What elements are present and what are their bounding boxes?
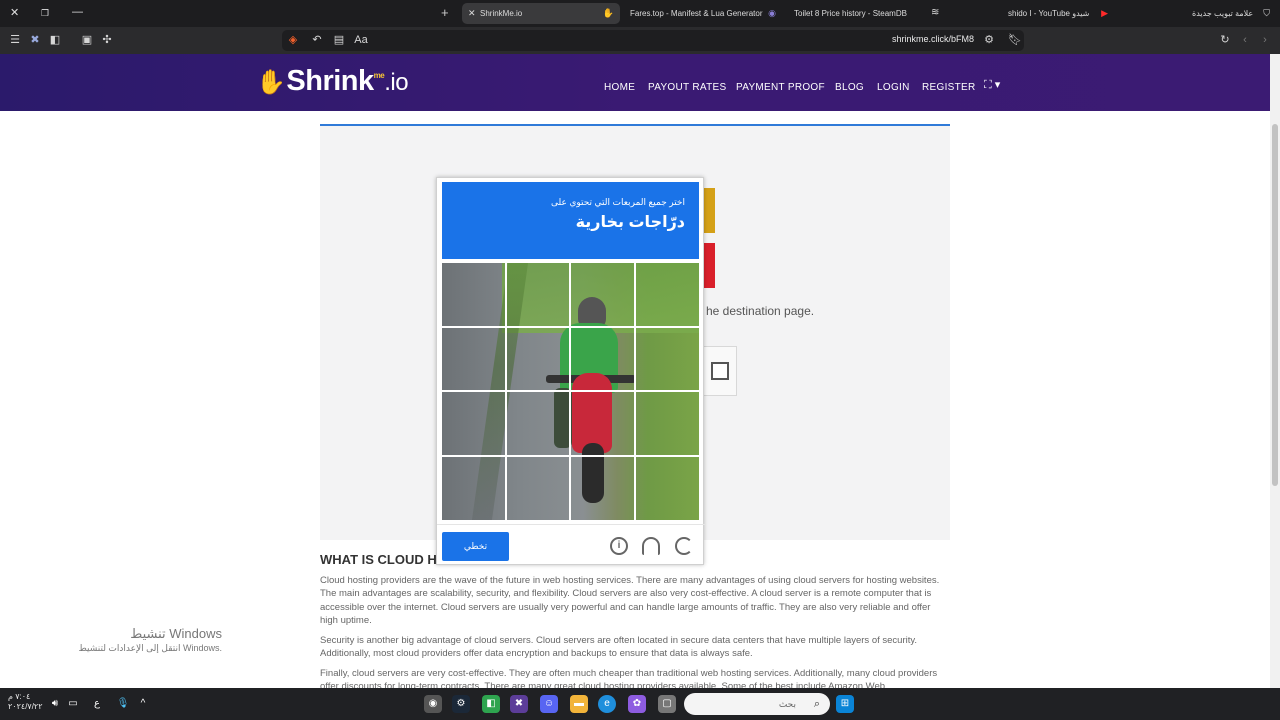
browser-tab-strip: ✕ ❐ — + ✕ ShrinkMe.io ✋ Fares.top - Mani… bbox=[0, 0, 1280, 27]
tab-title: Fares.top - Manifest & Lua Generator bbox=[630, 9, 763, 18]
scrollbar-thumb[interactable] bbox=[1272, 124, 1278, 486]
captcha-image-grid[interactable] bbox=[442, 263, 699, 520]
recaptcha-widget[interactable] bbox=[702, 346, 737, 396]
tab-close-icon[interactable]: ✕ bbox=[468, 3, 476, 24]
clock-date: ٢٠٢٤/٧/٢٢ bbox=[8, 702, 43, 711]
language-indicator[interactable]: ع bbox=[88, 695, 106, 713]
captcha-footer: تخطي i bbox=[437, 524, 705, 566]
tab-youtube[interactable]: shido I - YouTube شيدو ▶ bbox=[990, 3, 1110, 24]
tray-chevron-icon[interactable]: ^ bbox=[134, 695, 152, 713]
tab-shrinkme[interactable]: ✕ ShrinkMe.io ✋ bbox=[462, 3, 620, 24]
logo-me: me bbox=[373, 71, 385, 80]
search-icon: ⌕ bbox=[813, 698, 820, 710]
edge-icon[interactable]: e bbox=[598, 695, 616, 713]
paragraph-3: Finally, cloud servers are very cost-eff… bbox=[320, 668, 938, 688]
tab-fares[interactable]: Fares.top - Manifest & Lua Generator ◉ bbox=[612, 3, 782, 24]
paragraph-2: Security is another big advantage of clo… bbox=[320, 635, 918, 660]
brave-shield-icon[interactable]: ◈ bbox=[286, 33, 300, 47]
tab-steamdb[interactable]: Toilet 8 Price history - SteamDB bbox=[776, 3, 926, 24]
windows-taskbar: ٧:٠٤ م ٢٠٢٤/٧/٢٢ 🔊︎ ▭ ع 🎙︎ ^ ◉ ⚙ ◧ ✖ ☺ ▬… bbox=[0, 688, 1280, 720]
nav-home[interactable]: HOME bbox=[604, 82, 635, 93]
reload-icon[interactable]: ↻ bbox=[1218, 33, 1232, 47]
back-icon[interactable]: ‹ bbox=[1238, 33, 1252, 47]
info-icon[interactable]: i bbox=[610, 537, 628, 555]
file-explorer-icon[interactable]: ▬ bbox=[570, 695, 588, 713]
section-title: WHAT IS CLOUD H bbox=[320, 552, 437, 567]
site-settings-icon[interactable]: ⚙ bbox=[982, 33, 996, 47]
taskbar-clock[interactable]: ٧:٠٤ م ٢٠٢٤/٧/٢٢ bbox=[8, 692, 43, 712]
steam-icon[interactable]: ⚙ bbox=[452, 695, 470, 713]
copilot-icon[interactable]: ✿ bbox=[628, 695, 646, 713]
bookmark-icon[interactable]: 🔖︎ bbox=[1008, 33, 1022, 47]
audio-challenge-icon[interactable] bbox=[642, 537, 660, 555]
grid-line bbox=[442, 326, 699, 328]
nav-payout-rates[interactable]: PAYOUT RATES bbox=[648, 82, 726, 93]
windows-activate-title: تنشيط Windows bbox=[130, 626, 222, 641]
site-logo[interactable]: ✋Shrinkme.io bbox=[256, 65, 409, 99]
logo-text: Shrink bbox=[286, 65, 374, 97]
steamdb-icon: ≋ bbox=[931, 7, 940, 18]
search-placeholder: بحث bbox=[778, 699, 796, 709]
menu-icon[interactable]: ☰ bbox=[8, 33, 22, 47]
discord-icon[interactable]: ☺ bbox=[540, 695, 558, 713]
destination-text: he destination page. bbox=[706, 304, 815, 318]
grid-line bbox=[442, 455, 699, 457]
microphone-icon[interactable]: 🎙︎ bbox=[114, 695, 132, 713]
extension-icon[interactable]: ✖ bbox=[28, 33, 42, 47]
volume-icon[interactable]: 🔊︎ bbox=[46, 695, 64, 713]
site-header: ✋Shrinkme.io HOME PAYOUT RATES PAYMENT P… bbox=[0, 54, 1270, 111]
windows-activate-sub: انتقل إلى الإعدادات لتنشيط Windows. bbox=[78, 643, 222, 653]
shield-icon: ◉ bbox=[768, 8, 776, 18]
page-scrollbar[interactable] bbox=[1270, 54, 1280, 688]
grid-line bbox=[442, 390, 699, 392]
tab-title: shido I - YouTube شيدو bbox=[1008, 9, 1090, 18]
captcha-header: اختر جميع المربعات التي تحتوي على درّاجا… bbox=[442, 182, 699, 259]
reload-challenge-icon[interactable] bbox=[675, 537, 693, 555]
nav-login[interactable]: LOGIN bbox=[877, 82, 910, 93]
windows-start-icon[interactable]: ⊞ bbox=[836, 695, 854, 713]
logo-io: .io bbox=[384, 69, 409, 96]
sidebar-icon[interactable]: ◧ bbox=[48, 33, 62, 47]
app-green-icon[interactable]: ◧ bbox=[482, 695, 500, 713]
clock-time: ٧:٠٤ م bbox=[8, 692, 31, 701]
youtube-icon: ▶ bbox=[1101, 8, 1108, 18]
tab-manager-icon[interactable]: ▣ bbox=[80, 33, 94, 47]
nav-payment-proof[interactable]: PAYMENT PROOF bbox=[736, 82, 825, 93]
skip-button[interactable]: تخطي bbox=[442, 532, 509, 561]
address-bar[interactable]: ◈ ↶ ▤ Aa shrinkme.click/bFM8 ⚙ bbox=[282, 30, 1024, 51]
network-icon[interactable]: ▭ bbox=[64, 695, 82, 713]
browser-toolbar: ☰ ✖ ◧ ▣ ✣ ◈ ↶ ▤ Aa shrinkme.click/bFM8 ⚙… bbox=[0, 27, 1280, 54]
translate-icon[interactable]: Aa bbox=[354, 33, 368, 47]
app-icon[interactable]: ◉ bbox=[424, 695, 442, 713]
forward-icon[interactable]: › bbox=[1258, 33, 1272, 47]
tab-title: علامة تبويب جديدة bbox=[1192, 9, 1254, 18]
language-dropdown-icon[interactable]: ⛶ ▾ bbox=[984, 78, 1000, 92]
tab-new[interactable]: علامة تبويب جديدة ⛉ bbox=[1178, 3, 1278, 24]
share-icon[interactable]: ↶ bbox=[310, 33, 324, 47]
new-tab-button[interactable]: + bbox=[441, 5, 449, 20]
puzzle-icon[interactable]: ✣ bbox=[100, 33, 114, 47]
tab-title: ShrinkMe.io bbox=[480, 9, 523, 18]
captcha-bike-wheel bbox=[582, 443, 604, 503]
captcha-challenge: اختر جميع المربعات التي تحتوي على درّاجا… bbox=[436, 177, 705, 566]
captcha-target: درّاجات بخارية bbox=[575, 214, 685, 231]
tab-title: Toilet 8 Price history - SteamDB bbox=[794, 9, 907, 18]
url-text: shrinkme.click/bFM8 bbox=[891, 34, 974, 44]
close-window-icon[interactable]: ✕ bbox=[10, 6, 19, 19]
captcha-bike-front bbox=[572, 373, 612, 453]
nav-blog[interactable]: BLOG bbox=[835, 82, 864, 93]
minimize-window-icon[interactable]: — bbox=[72, 6, 83, 18]
task-view-icon[interactable]: ▢ bbox=[658, 695, 676, 713]
paragraph-1: Cloud hosting providers are the wave of … bbox=[320, 575, 940, 626]
captcha-instruction: اختر جميع المربعات التي تحتوي على bbox=[550, 197, 685, 207]
app-purple-icon[interactable]: ✖ bbox=[510, 695, 528, 713]
recaptcha-checkbox[interactable] bbox=[711, 362, 729, 380]
hand-logo-icon: ✋ bbox=[256, 69, 286, 96]
nav-register[interactable]: REGISTER bbox=[922, 82, 976, 93]
taskbar-search[interactable]: بحث ⌕ bbox=[684, 693, 830, 715]
new-tab-icon: ⛉ bbox=[1263, 8, 1270, 18]
reader-icon[interactable]: ▤ bbox=[332, 33, 346, 47]
restore-window-icon[interactable]: ❐ bbox=[41, 8, 49, 19]
